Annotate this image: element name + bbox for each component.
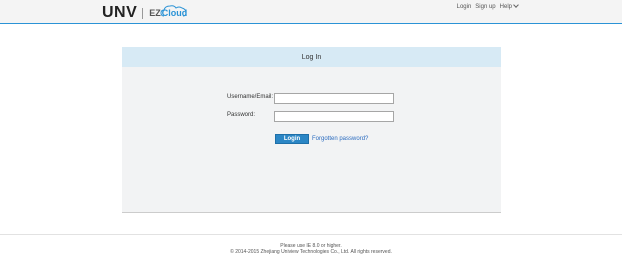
top-nav: Login Sign up Help bbox=[457, 2, 519, 11]
nav-help-label: Help bbox=[499, 4, 512, 10]
panel-title: Log In bbox=[301, 53, 322, 61]
top-bar: UNV EZ Cloud Login Sign up Help bbox=[0, 0, 622, 24]
logo-cloud-text: Cloud bbox=[161, 8, 188, 18]
cloud-logo-icon: Cloud bbox=[160, 5, 188, 19]
footer-copyright: © 2014-2015 Zhejiang Uniview Technologie… bbox=[230, 249, 392, 255]
password-label: Password: bbox=[227, 112, 256, 118]
forgot-password-link[interactable]: Forgotten password? bbox=[312, 136, 368, 142]
nav-login-link[interactable]: Login bbox=[457, 3, 472, 11]
password-row: Password: bbox=[227, 112, 255, 118]
nav-help-menu[interactable]: Help bbox=[499, 2, 519, 11]
footer: Please use IE 8.0 or higher. © 2014-2015… bbox=[0, 234, 622, 255]
username-row: Username/Email: bbox=[227, 94, 273, 100]
logo-unv-text: UNV bbox=[102, 4, 138, 21]
brand-logo[interactable]: UNV EZ Cloud bbox=[102, 5, 187, 21]
logo-divider bbox=[142, 7, 144, 19]
panel-header: Log In bbox=[122, 47, 501, 67]
chevron-down-icon bbox=[513, 2, 519, 8]
username-label: Username/Email: bbox=[227, 94, 274, 100]
login-panel: Log In Username/Email: Password: Login F… bbox=[122, 47, 501, 213]
username-input[interactable] bbox=[274, 93, 394, 104]
nav-signup-link[interactable]: Sign up bbox=[475, 3, 495, 11]
password-input[interactable] bbox=[274, 111, 394, 122]
login-button[interactable]: Login bbox=[275, 134, 309, 144]
